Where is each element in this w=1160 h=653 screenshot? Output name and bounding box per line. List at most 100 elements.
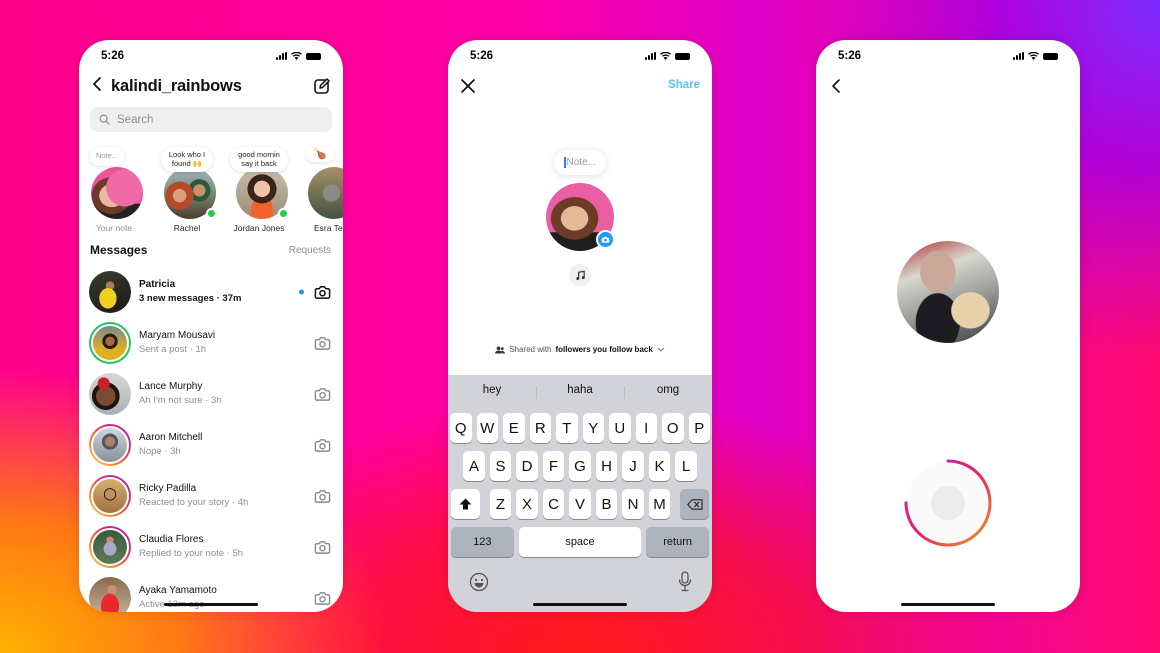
avatar — [89, 270, 131, 313]
thread-row[interactable]: Claudia Flores Replied to your note · 5h — [79, 521, 343, 572]
new-message-button[interactable] — [313, 77, 331, 95]
keyboard-row: ZXCVBNM — [448, 489, 712, 519]
camera-icon[interactable] — [314, 334, 331, 351]
search-icon — [99, 114, 110, 125]
backspace-key[interactable] — [680, 489, 709, 519]
shift-key[interactable] — [451, 489, 480, 519]
thread-row[interactable]: Patricia 3 new messages · 37m — [79, 266, 343, 317]
thread-row[interactable]: Ayaka YamamotoActive 13m ago — [79, 572, 343, 612]
chevron-left-icon — [832, 79, 840, 93]
key-y[interactable]: Y — [582, 413, 604, 443]
avatar — [89, 321, 131, 364]
add-music-button[interactable] — [569, 264, 591, 286]
note-bubble: 🍗 — [306, 147, 334, 162]
messages-title: Messages — [90, 243, 148, 257]
record-button[interactable] — [903, 458, 993, 548]
emoji-keyboard-icon[interactable] — [469, 572, 489, 592]
suggestion[interactable]: hey — [448, 384, 536, 396]
thread-list: Patricia 3 new messages · 37m Maryam Mous… — [79, 266, 343, 612]
camera-icon — [601, 236, 610, 243]
thread-preview: Nope · 3h — [139, 446, 181, 457]
thread-name: Ricky Padilla — [139, 483, 197, 494]
key-v[interactable]: V — [569, 489, 591, 519]
key-s[interactable]: S — [489, 451, 512, 481]
thread-preview: Ah I'm not sure · 3h — [139, 395, 222, 406]
close-icon[interactable] — [460, 78, 476, 94]
key-m[interactable]: M — [648, 489, 671, 519]
key-k[interactable]: K — [648, 451, 671, 481]
thread-name: Claudia Flores — [139, 534, 204, 545]
microphone-icon[interactable] — [678, 571, 692, 592]
status-bar: 5:26 — [448, 40, 712, 72]
back-button[interactable] — [91, 76, 109, 96]
battery-icon — [675, 52, 690, 60]
key-b[interactable]: B — [595, 489, 618, 519]
suggestion[interactable]: haha — [536, 384, 624, 399]
key-a[interactable]: A — [463, 451, 485, 481]
camera-icon[interactable] — [314, 385, 331, 402]
avatar — [89, 423, 131, 466]
space-key[interactable]: space — [518, 527, 642, 557]
key-g[interactable]: G — [569, 451, 591, 481]
key-w[interactable]: W — [476, 413, 498, 443]
wifi-icon — [660, 52, 671, 60]
numbers-key[interactable]: 123 — [451, 527, 514, 557]
key-j[interactable]: J — [622, 451, 644, 481]
key-x[interactable]: X — [516, 489, 538, 519]
return-key[interactable]: return — [646, 527, 709, 557]
camera-icon[interactable] — [314, 538, 331, 555]
thread-row[interactable]: Aaron Mitchell Nope · 3h — [79, 419, 343, 470]
key-u[interactable]: U — [609, 413, 631, 443]
add-photo-button[interactable] — [596, 230, 615, 249]
key-h[interactable]: H — [595, 451, 618, 481]
account-username: kalindi_rainbows — [111, 76, 242, 95]
key-c[interactable]: C — [542, 489, 565, 519]
key-r[interactable]: R — [529, 413, 551, 443]
keyboard: hey haha omg QWERTYUIOP ASDFGHJKL ZXCVBN… — [448, 375, 712, 612]
requests-link[interactable]: Requests — [289, 245, 331, 256]
inbox-header: kalindi_rainbows — [91, 74, 331, 98]
note-name: Esra Tek — [314, 223, 343, 233]
camera-icon[interactable] — [314, 487, 331, 504]
chevron-left-icon — [93, 77, 101, 91]
note-bubble: Look who I found 🙌 — [160, 147, 214, 172]
thread-name: Aaron Mitchell — [139, 432, 203, 443]
chevron-down-icon — [657, 347, 665, 352]
thread-row[interactable]: Lance Murphy Ah I'm not sure · 3h — [79, 368, 343, 419]
key-o[interactable]: O — [662, 413, 684, 443]
status-bar: 5:26 — [816, 40, 1080, 72]
key-d[interactable]: D — [516, 451, 538, 481]
note-input[interactable]: Note... — [554, 150, 606, 175]
camera-icon[interactable] — [314, 589, 331, 606]
camera-icon[interactable] — [314, 436, 331, 453]
note-name: Rachel — [173, 223, 201, 233]
camera-preview — [897, 241, 999, 343]
thread-preview: Replied to your note · 5h — [139, 548, 244, 559]
share-button[interactable]: Share — [668, 79, 700, 91]
thread-row[interactable]: Maryam Mousavi Sent a post · 1h — [79, 317, 343, 368]
thread-preview: 3 new messages · 37m — [139, 293, 242, 304]
keyboard-row: ASDFGHJKL — [448, 451, 712, 481]
note-name: Your note — [95, 223, 133, 233]
search-input[interactable]: Search — [90, 107, 332, 132]
key-n[interactable]: N — [622, 489, 644, 519]
key-z[interactable]: Z — [489, 489, 512, 519]
key-p[interactable]: P — [688, 413, 710, 443]
key-t[interactable]: T — [556, 413, 578, 443]
avatar — [91, 167, 143, 219]
key-e[interactable]: E — [503, 413, 525, 443]
key-q[interactable]: Q — [450, 413, 472, 443]
people-icon — [495, 346, 506, 353]
avatar — [89, 372, 131, 415]
key-l[interactable]: L — [675, 451, 697, 481]
camera-icon[interactable] — [314, 283, 331, 300]
home-indicator — [533, 602, 627, 606]
key-f[interactable]: F — [542, 451, 565, 481]
suggestion[interactable]: omg — [624, 384, 712, 399]
home-indicator — [901, 602, 995, 606]
key-i[interactable]: I — [635, 413, 657, 443]
thread-row[interactable]: Ricky Padilla Reacted to your story · 4h — [79, 470, 343, 521]
audience-selector[interactable]: Shared with followers you follow back — [448, 345, 712, 354]
back-button[interactable] — [830, 78, 842, 98]
status-time: 5:26 — [838, 50, 862, 62]
